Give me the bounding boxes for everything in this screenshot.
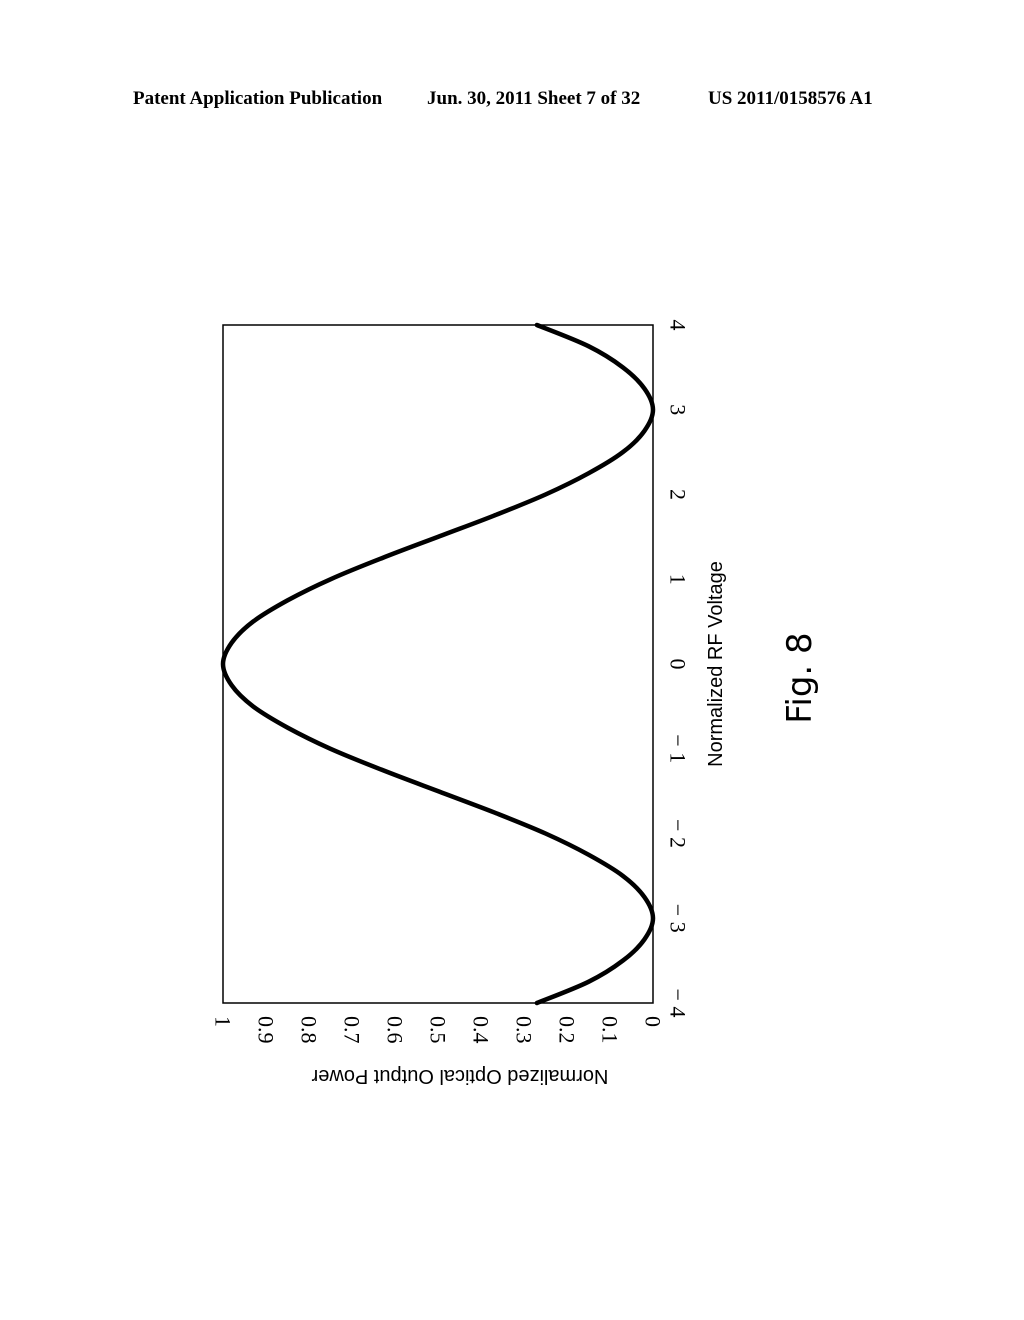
- x-tick-labels: − 4 − 3 − 2 − 1 0 1 2 3 4: [666, 320, 691, 1018]
- series-line-transfer-function: [220, 322, 656, 1006]
- x-tick-label: 3: [666, 404, 691, 415]
- y-tick-label: 0.6: [383, 1016, 408, 1044]
- x-tick-label: − 4: [666, 989, 691, 1018]
- x-tick-label: 1: [666, 574, 691, 585]
- y-axis-label: Normalized Optical Output Power: [311, 1065, 608, 1087]
- y-tick-label: 0.7: [340, 1016, 365, 1044]
- y-tick-label: 0.4: [469, 1016, 494, 1044]
- y-tick-label: 0.5: [426, 1016, 451, 1044]
- y-tick-label: 0: [641, 1016, 666, 1027]
- x-tick-label: 0: [666, 659, 691, 670]
- x-tick-label: 2: [666, 489, 691, 500]
- figure-label: Fig. 8: [780, 632, 820, 723]
- figure-canvas: − 4 − 3 − 2 − 1 0 1 2 3 4 0 0.1 0.2 0.3 0.4 0.5 0.6 0.7…: [211, 320, 821, 1088]
- x-tick-label: 4: [666, 320, 691, 331]
- y-tick-labels: 0 0.1 0.2 0.3 0.4 0.5 0.6 0.7 0.8 0.9 1: [211, 1016, 666, 1044]
- y-tick-label: 0.8: [297, 1016, 322, 1044]
- x-tick-label: − 1: [666, 734, 691, 763]
- y-tick-label: 0.9: [254, 1016, 279, 1044]
- y-tick-label: 0.1: [598, 1016, 623, 1044]
- y-tick-label: 1: [211, 1016, 236, 1027]
- x-tick-label: − 2: [666, 819, 691, 848]
- x-axis-label: Normalized RF Voltage: [705, 561, 727, 767]
- y-tick-label: 0.2: [555, 1016, 580, 1044]
- x-tick-label: − 3: [666, 904, 691, 933]
- plot-frame: [222, 324, 654, 1004]
- y-tick-label: 0.3: [512, 1016, 537, 1044]
